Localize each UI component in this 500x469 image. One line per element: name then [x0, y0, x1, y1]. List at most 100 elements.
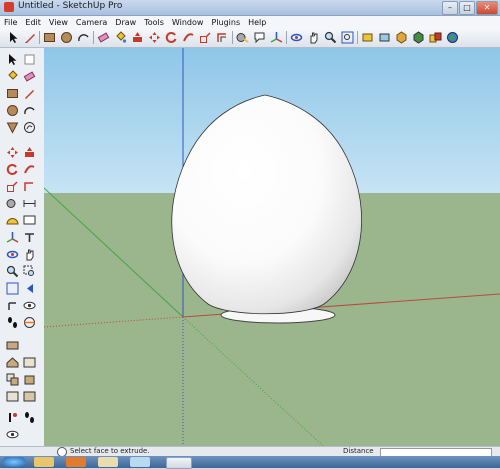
egg-model[interactable] [171, 94, 362, 315]
polygon-icon[interactable] [6, 121, 19, 134]
follow-me-icon[interactable] [23, 163, 36, 176]
protractor-icon[interactable] [6, 214, 19, 227]
dimension-icon[interactable] [23, 197, 36, 210]
orbit-icon[interactable] [290, 31, 303, 44]
model-canvas [44, 48, 500, 456]
next-view-icon[interactable] [378, 31, 391, 44]
previous-view-icon[interactable] [361, 31, 374, 44]
zoom-extents-icon[interactable] [6, 282, 19, 295]
scale-icon[interactable] [6, 180, 19, 193]
arc-icon[interactable] [77, 31, 90, 44]
iso-icon[interactable] [23, 373, 36, 386]
axes-icon[interactable] [6, 231, 19, 244]
text-icon[interactable] [23, 214, 36, 227]
menu-view[interactable]: View [45, 18, 72, 27]
follow-me-icon[interactable] [182, 31, 195, 44]
line-icon[interactable] [23, 87, 36, 100]
components-icon[interactable] [429, 31, 442, 44]
push-pull-icon[interactable] [23, 146, 36, 159]
eraser-icon[interactable] [23, 70, 36, 83]
app-taskbar-icon[interactable] [130, 457, 150, 467]
menu-camera[interactable]: Camera [72, 18, 111, 27]
eraser-icon[interactable] [97, 31, 110, 44]
get-models-icon[interactable] [395, 31, 408, 44]
walls-icon[interactable] [6, 339, 19, 352]
move-icon[interactable] [6, 146, 19, 159]
orbit-icon[interactable] [6, 248, 19, 261]
arc-icon[interactable] [23, 104, 36, 117]
3d-text-icon[interactable] [23, 231, 36, 244]
eye-icon[interactable] [6, 428, 19, 441]
offset-icon[interactable] [216, 31, 229, 44]
elevation-icon[interactable] [6, 373, 19, 386]
shadow-settings-icon[interactable] [23, 390, 36, 403]
status-hint: Select face to extrude. [70, 447, 150, 455]
pan-icon[interactable] [307, 31, 320, 44]
menu-bar: File Edit View Camera Draw Tools Window … [0, 16, 500, 28]
circle-icon[interactable] [60, 31, 73, 44]
offset-icon[interactable] [23, 180, 36, 193]
freehand-icon[interactable] [23, 121, 36, 134]
rectangle-icon[interactable] [43, 31, 56, 44]
walk-footprint-icon[interactable] [6, 411, 19, 424]
zoom-window-icon[interactable] [23, 265, 36, 278]
red-axis-dotted [44, 316, 184, 328]
window-controls: – □ ✕ [442, 1, 498, 15]
rectangle-icon[interactable] [6, 87, 19, 100]
add-location-icon[interactable] [446, 31, 459, 44]
pencil-icon[interactable] [24, 31, 37, 44]
close-button[interactable]: ✕ [476, 1, 498, 15]
select-icon[interactable] [6, 53, 19, 66]
firefox-taskbar-icon[interactable] [66, 457, 86, 467]
scale-icon[interactable] [199, 31, 212, 44]
shadow-icon[interactable] [6, 390, 19, 403]
sketchup-logo-icon [4, 2, 14, 12]
window-title: Untitled - SketchUp Pro [18, 1, 123, 11]
push-pull-icon[interactable] [131, 31, 144, 44]
tape-measure-icon[interactable] [236, 31, 249, 44]
paint-bucket-icon[interactable] [6, 70, 19, 83]
rotate-icon[interactable] [165, 31, 178, 44]
circle-icon[interactable] [6, 104, 19, 117]
menu-help[interactable]: Help [244, 18, 270, 27]
axes-icon[interactable] [270, 31, 283, 44]
explorer-taskbar-icon[interactable] [34, 457, 54, 467]
pan-icon[interactable] [23, 248, 36, 261]
taskbar [0, 456, 500, 469]
zoom-extents-icon[interactable] [341, 31, 354, 44]
menu-plugins[interactable]: Plugins [207, 18, 244, 27]
tape-measure-icon[interactable] [6, 197, 19, 210]
previous-icon[interactable] [23, 282, 36, 295]
select-arrow-icon[interactable] [7, 31, 20, 44]
menu-draw[interactable]: Draw [111, 18, 140, 27]
green-axis [44, 187, 184, 318]
move-icon[interactable] [148, 31, 161, 44]
position-camera-icon[interactable] [6, 299, 19, 312]
menu-file[interactable]: File [0, 18, 21, 27]
sketchup-taskbar-icon[interactable] [166, 457, 192, 469]
footprint-icon[interactable] [23, 411, 36, 424]
minimize-button[interactable]: – [442, 1, 458, 15]
text-icon[interactable] [253, 31, 266, 44]
measurements-label: Distance [343, 447, 374, 455]
paint-bucket-icon[interactable] [114, 31, 127, 44]
maximize-button[interactable]: □ [459, 1, 475, 15]
menu-tools[interactable]: Tools [140, 18, 168, 27]
media-taskbar-icon[interactable] [98, 457, 118, 467]
zoom-icon[interactable] [324, 31, 337, 44]
share-model-icon[interactable] [412, 31, 425, 44]
rotate-icon[interactable] [6, 163, 19, 176]
main-toolbar [0, 28, 500, 48]
menu-window[interactable]: Window [168, 18, 208, 27]
title-bar: Untitled - SketchUp Pro – □ ✕ [0, 0, 500, 16]
section-plane-icon[interactable] [23, 316, 36, 329]
start-button[interactable] [2, 457, 26, 467]
roof-icon[interactable] [6, 356, 19, 369]
component-icon[interactable] [23, 53, 36, 66]
walk-icon[interactable] [6, 316, 19, 329]
drawing-viewport[interactable] [44, 48, 500, 456]
plan-icon[interactable] [23, 356, 36, 369]
menu-edit[interactable]: Edit [21, 18, 45, 27]
zoom-icon[interactable] [6, 265, 19, 278]
look-around-icon[interactable] [23, 299, 36, 312]
